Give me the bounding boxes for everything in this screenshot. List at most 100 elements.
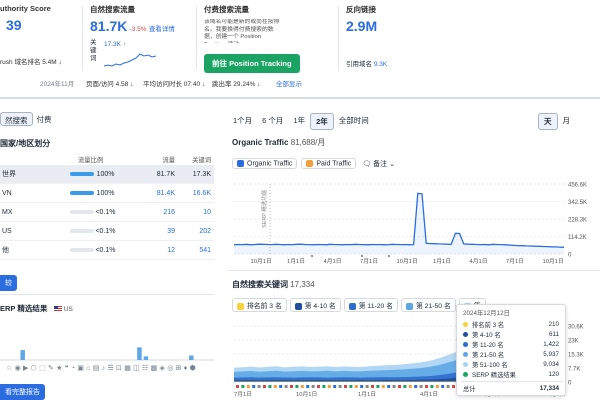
country-keywords[interactable]: 202 <box>175 228 211 235</box>
event-dot <box>360 254 364 258</box>
checkbox-icon <box>348 302 356 310</box>
country-traffic[interactable]: 12 <box>133 247 175 254</box>
serp-event-icon <box>387 385 391 388</box>
organic-value[interactable]: 81.7K <box>90 18 127 34</box>
country-traffic[interactable]: 216 <box>133 209 175 216</box>
time-tab[interactable]: 1年 <box>288 113 310 130</box>
legend-organic[interactable]: Organic Traffic <box>232 158 298 170</box>
note-icon: 🗨 <box>362 160 372 168</box>
y-tick-label: 15.3K <box>568 353 584 359</box>
serp-event-icon <box>441 385 445 388</box>
keywords-tooltip: 2024年12月12日 排名前 3 名 210 第 4-10 名 611 第 11-20… <box>456 304 566 396</box>
y-tick-label: 30.6K <box>568 325 584 331</box>
country-keywords[interactable]: 541 <box>175 247 211 254</box>
serp-event-icon <box>392 385 396 388</box>
country-keywords[interactable]: 10 <box>175 209 211 216</box>
country-row[interactable]: 他 <0.1% 12 541 <box>0 241 214 260</box>
notes-dropdown[interactable]: 🗨 备注 ⌄ <box>362 159 395 169</box>
granularity-month[interactable]: 月 <box>558 113 576 130</box>
country-name[interactable]: MX <box>0 209 24 216</box>
checkbox-icon <box>237 302 244 310</box>
serp-title: ERP 精选结果 <box>0 304 48 313</box>
granularity-day[interactable]: 天 <box>538 113 558 130</box>
feature-icons-row: ☆◉▶⬡⬚✎★❝◔▣⌂▤♪☰⊡▦◫☷▩◈◎⊞♦⬢ <box>6 365 199 372</box>
metric-backlinks[interactable]: 反向链接 2.9M 引用域名 9.3K <box>346 4 426 70</box>
view-full-report-button[interactable]: 看完整报告 <box>0 384 45 400</box>
stats-date: 2024年11月 <box>40 81 75 88</box>
serp-feature-marker-label: SERP 精选功能 <box>260 189 268 228</box>
backlinks-value[interactable]: 2.9M <box>346 18 426 34</box>
tooltip-date: 2024年12月12日 <box>463 310 510 317</box>
tab-paid[interactable]: 付费 <box>33 112 56 126</box>
x-tick-label: 10月1日 <box>251 258 272 265</box>
serp-event-icon <box>425 385 428 388</box>
serp-event-icon <box>446 385 450 388</box>
country-keywords: 17.3K <box>192 170 211 178</box>
x-tick-label: 4月1日 <box>420 391 438 398</box>
serp-features-chart <box>0 347 214 361</box>
tooltip-row-label: 排名前 3 名 <box>472 321 505 329</box>
organic-traffic-chart[interactable]: 456.6K 342.5K 228.3K 114.2K 0 10月1日 1月1日 4月1日 7月… <box>232 176 600 268</box>
share-bar <box>24 172 94 176</box>
country-row[interactable]: US <0.1% 39 202 <box>0 222 214 241</box>
y-tick-label: 228.3K <box>568 218 587 224</box>
kw-legend-item[interactable]: 排名前 3 名 <box>232 298 287 312</box>
serp-event-icon <box>376 385 380 388</box>
ref-domains-value[interactable]: 9.3K <box>374 61 387 68</box>
legend-paid[interactable]: Paid Traffic <box>301 158 357 170</box>
country-name[interactable]: US <box>0 228 24 235</box>
country-row[interactable]: MX <0.1% 216 10 <box>0 203 214 222</box>
country-name[interactable]: VN <box>0 190 24 197</box>
share-bar-track <box>70 248 94 252</box>
time-tab[interactable]: 全部时间 <box>334 113 374 130</box>
tooltip-row-label: 第 4-10 名 <box>472 331 501 339</box>
semrush-rank[interactable]: rush 域名排名 5.4M ↓ <box>0 56 62 66</box>
serp-event-icon <box>306 385 310 388</box>
show-all-link[interactable]: 全部显示 <box>276 78 302 88</box>
country-name[interactable]: 他 <box>0 245 24 255</box>
serp-event-icon <box>403 385 407 388</box>
share-bar-track <box>70 172 94 176</box>
paid-label: 付费搜索流量 <box>204 5 249 14</box>
time-tab[interactable]: 2年 <box>310 113 334 130</box>
stats-bounce: 跳出率 29.24% ↓ <box>212 81 261 88</box>
kw-legend-item[interactable]: 第 11-20 名 <box>343 298 398 312</box>
kw-legend-item[interactable]: 第 4-10 名 <box>289 298 341 312</box>
stats-duration: 平均访问时长 07:40 ↓ <box>143 81 206 88</box>
time-tab[interactable]: 6 个月 <box>257 113 288 130</box>
tooltip-row-label: 第 11-20 名 <box>472 341 504 349</box>
country-row[interactable]: VN 100% 81.4K 16.6K <box>0 184 214 203</box>
tooltip-row: 第 11-20 名 1,422 <box>457 339 565 349</box>
country-traffic[interactable]: 39 <box>133 228 175 235</box>
country-traffic[interactable]: 81.4K <box>133 190 175 197</box>
country-traffic: 81.7K <box>156 170 175 178</box>
kw-legend-item[interactable]: 第 21-50 名 <box>400 298 456 312</box>
y-tick-label: 456.6K <box>568 183 587 189</box>
us-flag-icon <box>53 306 62 312</box>
serp-event-icon <box>371 385 374 388</box>
serp-feature-icons: ☆◉▶⬡⬚✎★❝◔▣⌂▤♪☰⊡▦◫☷▩◈◎⊞♦⬢ <box>6 364 214 372</box>
serp-event-icon <box>236 385 239 388</box>
organic-detail-link[interactable]: 查看详情 <box>149 26 175 33</box>
notes-label: 备注 <box>373 160 388 168</box>
tab-organic[interactable]: 然搜索 <box>0 112 33 126</box>
metric-organic[interactable]: 自然搜索流量 81.7K -3.5% 查看详情 关键词 17.3K ↑ <box>90 4 190 70</box>
country-name[interactable]: 世界 <box>0 169 24 179</box>
kw-legend-label: 排名前 3 名 <box>247 303 282 310</box>
country-keywords[interactable]: 16.6K <box>175 190 211 197</box>
metric-authority[interactable]: uthority Score 39 rush 域名排名 5.4M ↓ <box>0 4 76 70</box>
time-tab[interactable]: 1个月 <box>228 113 257 130</box>
share-bar-track <box>70 229 94 233</box>
serp-event-icon <box>279 385 283 388</box>
authority-value[interactable]: 39 <box>0 17 76 33</box>
serp-event-icon <box>284 385 288 388</box>
country-row[interactable]: 世界 100% 81.7K 17.3K <box>0 165 214 184</box>
x-tick-label: 10月1日 <box>397 258 418 265</box>
organic-kw-value[interactable]: 17.3K <box>104 41 121 48</box>
compare-button[interactable]: 较 <box>0 275 17 291</box>
share-bar <box>24 229 94 233</box>
position-tracking-button[interactable]: 前往 Position Tracking <box>204 54 300 73</box>
tooltip-dot <box>463 352 468 358</box>
event-dot <box>310 254 314 258</box>
country-section-title: 国家/地区划分 <box>0 139 51 148</box>
